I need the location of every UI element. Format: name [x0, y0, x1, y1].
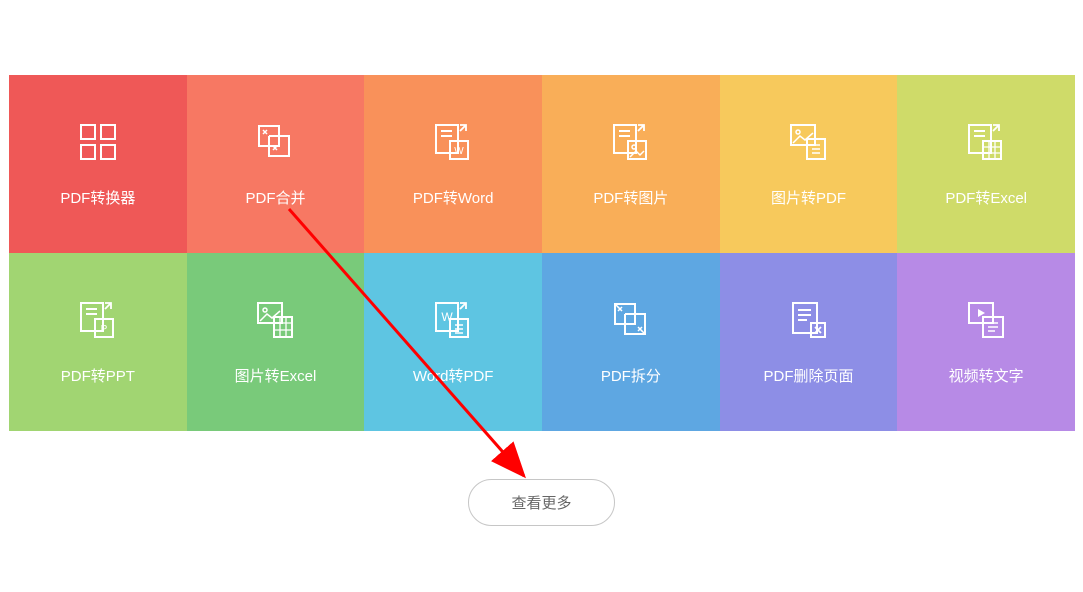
tile-pdf-to-ppt[interactable]: P PDF转PPT — [9, 253, 187, 431]
tile-pdf-merge[interactable]: PDF合并 — [187, 75, 365, 253]
tile-pdf-to-image[interactable]: PDF转图片 — [542, 75, 720, 253]
tile-pdf-split[interactable]: PDF拆分 — [542, 253, 720, 431]
tile-label: PDF合并 — [245, 187, 305, 208]
image-to-pdf-icon — [787, 121, 829, 163]
tile-label: 图片转PDF — [771, 187, 846, 208]
split-icon — [610, 299, 652, 341]
tile-label: PDF拆分 — [601, 365, 661, 386]
tile-label: Word转PDF — [413, 365, 494, 386]
pdf-to-ppt-icon: P — [77, 299, 119, 341]
delete-page-icon — [787, 299, 829, 341]
pdf-to-excel-icon — [965, 121, 1007, 163]
tile-video-to-text[interactable]: 视频转文字 — [897, 253, 1075, 431]
svg-text:W: W — [454, 146, 464, 157]
view-more-button[interactable]: 查看更多 — [468, 479, 614, 526]
svg-text:P: P — [100, 324, 107, 335]
tile-image-to-pdf[interactable]: 图片转PDF — [720, 75, 898, 253]
tile-label: PDF删除页面 — [763, 365, 853, 386]
tile-label: 视频转文字 — [949, 365, 1024, 386]
word-to-pdf-icon: W — [432, 299, 474, 341]
tile-label: PDF转Excel — [945, 187, 1027, 208]
tile-label: PDF转图片 — [593, 187, 668, 208]
pdf-to-image-icon — [610, 121, 652, 163]
tile-pdf-converter[interactable]: PDF转换器 — [9, 75, 187, 253]
tile-label: PDF转PPT — [61, 365, 135, 386]
video-to-text-icon — [965, 299, 1007, 341]
tile-word-to-pdf[interactable]: W Word转PDF — [364, 253, 542, 431]
tile-pdf-to-word[interactable]: W PDF转Word — [364, 75, 542, 253]
tile-label: PDF转Word — [413, 187, 494, 208]
tile-pdf-to-excel[interactable]: PDF转Excel — [897, 75, 1075, 253]
svg-text:W: W — [441, 310, 453, 324]
pdf-to-word-icon: W — [432, 121, 474, 163]
tile-image-to-excel[interactable]: 图片转Excel — [187, 253, 365, 431]
tool-grid: PDF转换器 PDF合并 W — [9, 75, 1075, 431]
image-to-excel-icon — [254, 299, 296, 341]
grid-icon — [77, 121, 119, 163]
tile-pdf-delete-page[interactable]: PDF删除页面 — [720, 253, 898, 431]
tile-label: PDF转换器 — [60, 187, 135, 208]
merge-icon — [254, 121, 296, 163]
tile-label: 图片转Excel — [235, 365, 317, 386]
